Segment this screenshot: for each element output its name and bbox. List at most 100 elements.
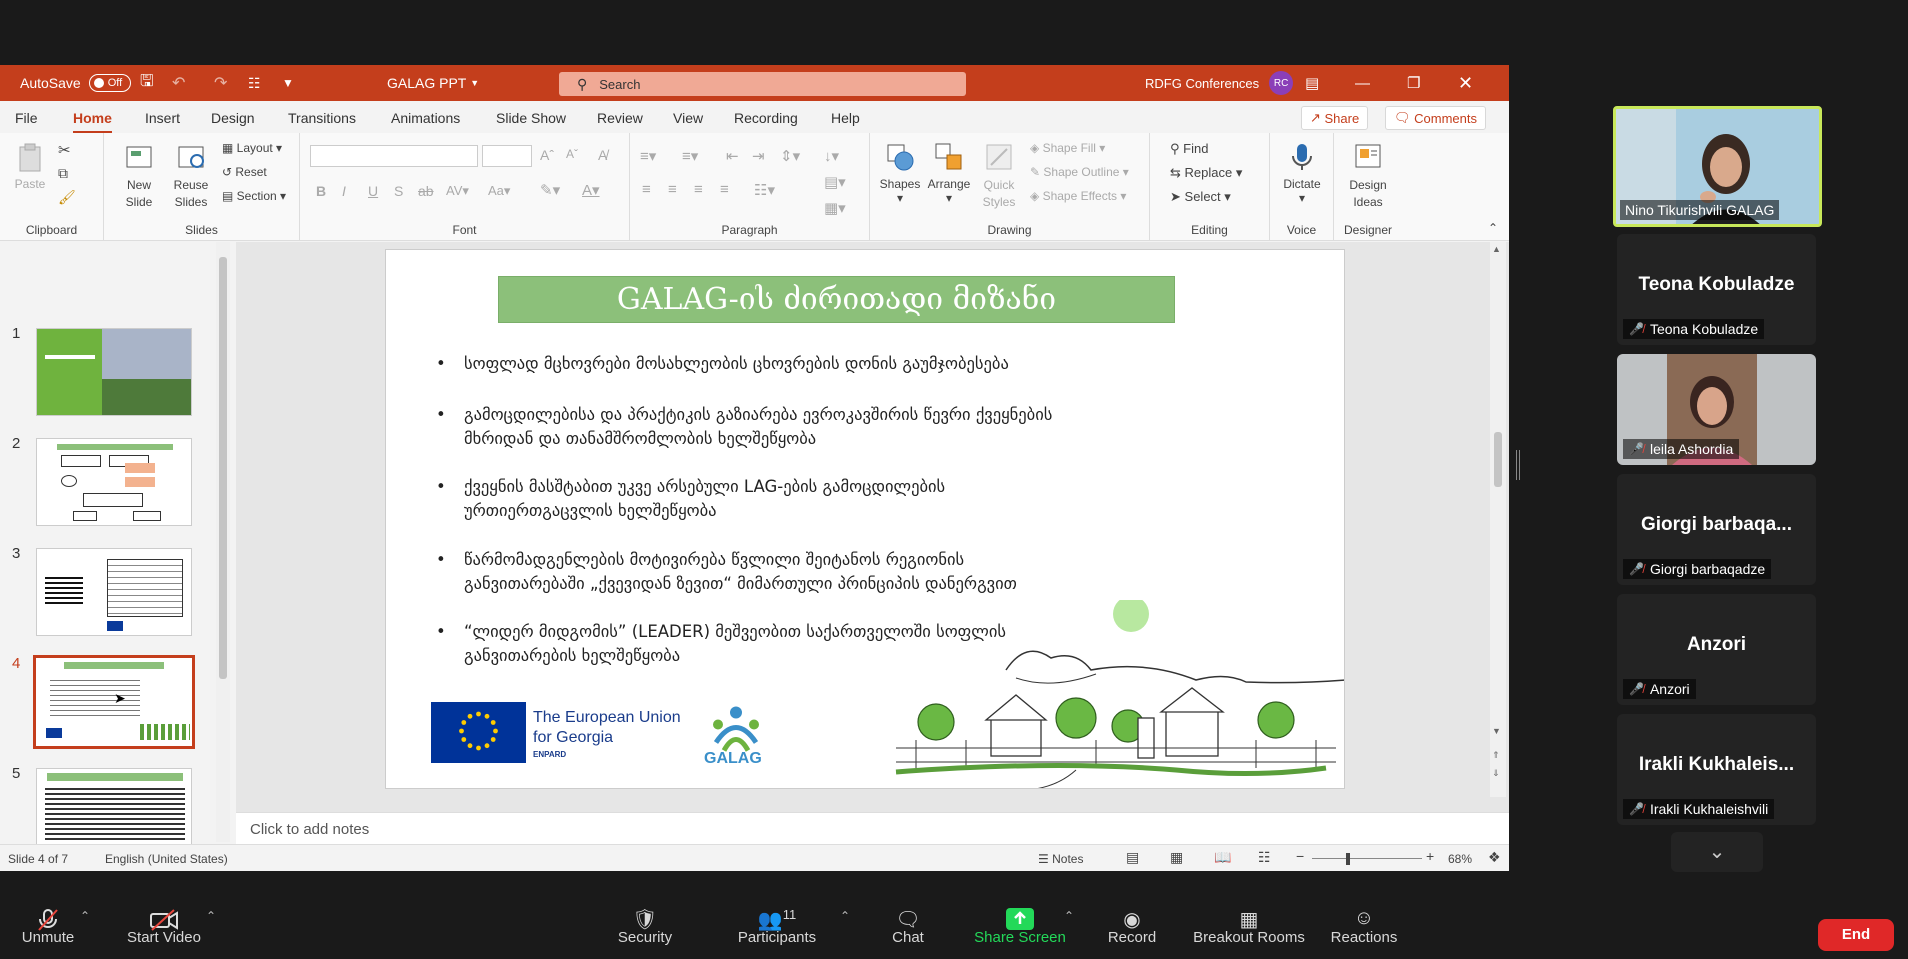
tab-help[interactable]: Help <box>831 110 860 126</box>
slide-thumbnail-3[interactable] <box>36 548 192 636</box>
slide-scrollbar[interactable]: ▲ ▼ ⇑ ⇓ <box>1490 242 1506 797</box>
design-ideas-button[interactable]: Design Ideas <box>1338 141 1398 211</box>
save-icon[interactable]: 🖫 <box>140 65 154 101</box>
participant-tile[interactable]: Teona Kobuladze 🎤̸ Teona Kobuladze <box>1617 234 1816 345</box>
slide-thumbnail-2[interactable] <box>36 438 192 526</box>
tab-slide-show[interactable]: Slide Show <box>496 110 566 126</box>
reuse-slides-button[interactable]: Reuse Slides <box>166 141 216 211</box>
tab-insert[interactable]: Insert <box>145 110 180 126</box>
avatar[interactable]: RC <box>1269 71 1294 95</box>
bullet-4[interactable]: წარმომადგენლების მოტივირება წვლილი შეიტა… <box>436 548 1156 596</box>
share-screen-button[interactable]: Share Screen ⌃ <box>972 895 1074 959</box>
slide-thumbnail-1[interactable] <box>36 328 192 416</box>
highlight-icon[interactable]: ✎▾ <box>540 181 560 199</box>
decrease-font-icon[interactable]: Aˇ <box>566 147 578 161</box>
select-button[interactable]: ➤ Select ▾ <box>1170 189 1231 205</box>
ribbon-display-icon[interactable]: ▤ <box>1305 65 1355 101</box>
participant-tile[interactable]: Anzori 🎤̸ Anzori <box>1617 594 1816 705</box>
bullet-3[interactable]: ქვეყნის მასშტაბით უკვე არსებული LAG-ების… <box>436 475 1156 523</box>
previous-slide-icon[interactable]: ⇑ <box>1492 750 1500 761</box>
shape-fill-button[interactable]: ◈ Shape Fill ▾ <box>1030 141 1105 155</box>
tab-file[interactable]: File <box>15 110 38 126</box>
current-slide[interactable]: GALAG-ის ძირითადი მიზანი სოფლად მცხოვრებ… <box>385 249 1345 789</box>
share-options-icon[interactable]: ⌃ <box>1064 909 1074 923</box>
window-resize-handle[interactable] <box>1516 450 1520 480</box>
align-right-icon[interactable]: ≡ <box>694 181 703 198</box>
shape-outline-button[interactable]: ✎ Shape Outline ▾ <box>1030 165 1129 179</box>
change-case-icon[interactable]: Aa▾ <box>488 183 510 199</box>
zoom-slider-thumb[interactable] <box>1346 853 1350 865</box>
restore-icon[interactable]: ❐ <box>1407 65 1457 101</box>
tab-review[interactable]: Review <box>597 110 643 126</box>
font-color-icon[interactable]: A▾ <box>582 181 600 199</box>
replace-button[interactable]: ⇆ Replace ▾ <box>1170 165 1242 181</box>
participants-button[interactable]: 👥11 Participants ⌃ <box>735 895 850 959</box>
format-painter-icon[interactable]: 🖌 <box>58 189 76 206</box>
italic-icon[interactable]: I <box>342 183 346 199</box>
scroll-thumb[interactable] <box>1494 432 1502 487</box>
font-family-select[interactable] <box>310 145 478 167</box>
dictate-button[interactable]: Dictate ▾ <box>1276 141 1328 205</box>
end-meeting-button[interactable]: End <box>1818 919 1894 951</box>
present-icon[interactable]: ☷ <box>248 65 261 101</box>
layout-button[interactable]: ▦ Layout ▾ <box>222 141 282 155</box>
bullet-2[interactable]: გამოცდილებისა და პრაქტიკის გაზიარება ევრ… <box>436 403 1156 451</box>
strikethrough-icon[interactable]: ab <box>418 183 434 199</box>
video-options-icon[interactable]: ⌃ <box>206 909 216 923</box>
find-button[interactable]: ⚲ Find <box>1170 141 1208 157</box>
close-icon[interactable]: ✕ <box>1458 65 1508 101</box>
increase-indent-icon[interactable]: ⇥ <box>752 147 765 165</box>
tab-view[interactable]: View <box>673 110 703 126</box>
notes-pane[interactable]: Click to add notes <box>236 812 1509 844</box>
customize-toolbar-icon[interactable]: ▼ <box>282 65 294 101</box>
comments-button[interactable]: 🗨 Comments <box>1385 106 1486 130</box>
share-button[interactable]: ↗ Share <box>1301 106 1369 130</box>
next-slide-icon[interactable]: ⇓ <box>1492 768 1500 779</box>
text-direction-icon[interactable]: ↓▾ <box>824 147 839 165</box>
start-video-button[interactable]: Start Video ⌃ <box>124 895 216 959</box>
quick-styles-button[interactable]: Quick Styles <box>976 141 1022 211</box>
security-button[interactable]: 🛡 Security <box>615 895 675 959</box>
minimize-icon[interactable]: — <box>1355 65 1405 101</box>
normal-view-icon[interactable]: ▤ <box>1126 849 1139 866</box>
account-area[interactable]: RDFG Conferences RC <box>1145 65 1294 101</box>
line-spacing-icon[interactable]: ⇕▾ <box>780 147 800 165</box>
bullet-1[interactable]: სოფლად მცხოვრები მოსახლეობის ცხოვრების დ… <box>436 352 1156 376</box>
participant-tile[interactable]: Irakli Kukhaleis... 🎤̸ Irakli Kukhaleishv… <box>1617 714 1816 825</box>
numbering-icon[interactable]: ≡▾ <box>682 147 698 165</box>
slide-thumbnail-5[interactable] <box>36 768 192 856</box>
audio-options-icon[interactable]: ⌃ <box>80 909 90 923</box>
shapes-button[interactable]: Shapes ▾ <box>876 141 924 205</box>
increase-font-icon[interactable]: Aˆ <box>540 147 554 163</box>
slide-title[interactable]: GALAG-ის ძირითადი მიზანი <box>498 276 1175 323</box>
bullets-icon[interactable]: ≡▾ <box>640 147 656 165</box>
scroll-participants-button[interactable]: ⌄ <box>1671 832 1763 872</box>
tab-design[interactable]: Design <box>211 110 255 126</box>
tab-animations[interactable]: Animations <box>391 110 460 126</box>
record-button[interactable]: ◉ Record <box>1106 895 1158 959</box>
shadow-icon[interactable]: S <box>394 183 403 199</box>
zoom-level[interactable]: 68% <box>1448 852 1472 866</box>
justify-icon[interactable]: ≡ <box>720 181 729 198</box>
redo-icon[interactable]: ↷ <box>214 65 227 101</box>
participant-tile[interactable]: 🎤̸ leila Ashordia <box>1617 354 1816 465</box>
participant-tile-active-speaker[interactable]: Nino Tikurishvili GALAG <box>1613 106 1822 227</box>
section-button[interactable]: ▤ Section ▾ <box>222 189 286 203</box>
undo-icon[interactable]: ↶ <box>172 65 185 101</box>
document-title[interactable]: GALAG PPT ▼ <box>387 65 479 101</box>
participants-options-icon[interactable]: ⌃ <box>840 909 850 923</box>
scroll-down-icon[interactable]: ▼ <box>1492 726 1501 736</box>
slide-sorter-icon[interactable]: ▦ <box>1170 849 1183 866</box>
underline-icon[interactable]: U <box>368 183 378 199</box>
fit-slide-icon[interactable]: ❖ <box>1488 849 1501 866</box>
scroll-thumb[interactable] <box>219 257 227 679</box>
shape-effects-button[interactable]: ◈ Shape Effects ▾ <box>1030 189 1126 203</box>
paste-button[interactable]: Paste <box>10 141 50 191</box>
align-center-icon[interactable]: ≡ <box>668 181 677 198</box>
new-slide-button[interactable]: New Slide <box>114 141 164 211</box>
slide-thumbnail-4[interactable]: ➤ <box>33 655 195 749</box>
scroll-up-icon[interactable]: ▲ <box>1492 244 1501 254</box>
reset-button[interactable]: ↺ Reset <box>222 165 267 179</box>
search-box[interactable]: ⚲ Search <box>559 72 966 96</box>
clear-formatting-icon[interactable]: A̸ <box>598 147 607 163</box>
